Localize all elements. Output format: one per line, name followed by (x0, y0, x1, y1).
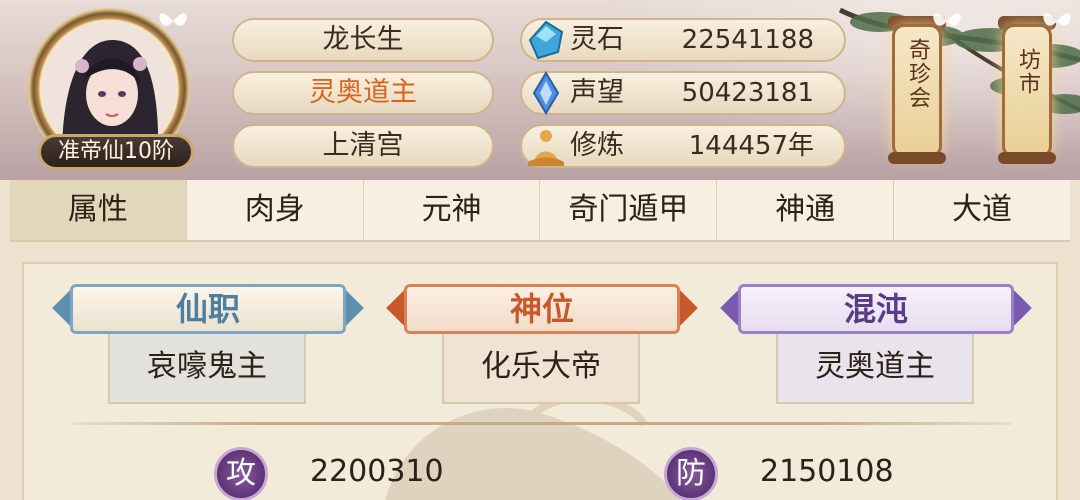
attack-icon: 攻 (214, 447, 268, 500)
resource-cultivation: 修炼 144457年 (520, 124, 846, 168)
cultivation-icon (528, 130, 564, 166)
market-label: 坊市 (1015, 48, 1040, 96)
immortal-office-value: 哀嚎鬼主 (108, 334, 306, 404)
chaos-header: 混沌 (843, 290, 908, 328)
section-divider (72, 422, 1012, 425)
divine-rank-value: 化乐大帝 (442, 334, 640, 404)
resource-value: 144457年 (688, 131, 814, 161)
chaos-banner: 混沌 (720, 282, 1032, 338)
player-header: 准帝仙10阶 龙长生 灵奥道主 上清宫 灵石 22541188 声望 50423… (0, 0, 1080, 180)
prestige-icon (532, 71, 560, 115)
player-title: 灵奥道主 (232, 71, 494, 115)
attribute-tabs: 属性 肉身 元神 奇门遁甲 神通 大道 (10, 180, 1070, 242)
butterfly-icon (1043, 13, 1071, 26)
player-sect: 上清宫 (232, 124, 494, 168)
tab-qimen-dunjia[interactable]: 奇门遁甲 (540, 180, 718, 240)
attributes-panel: 仙职 哀嚎鬼主 神位 化乐大帝 混沌 灵奥道主 攻 2200310 防 2150… (22, 262, 1058, 500)
player-name: 龙长生 (232, 18, 494, 62)
defense-icon: 防 (664, 447, 718, 500)
lantern-foot (998, 152, 1056, 164)
butterfly-icon (159, 13, 187, 26)
divine-rank-banner: 神位 (386, 282, 698, 338)
spirit-stone-icon (528, 20, 564, 60)
treasure-fair-label: 奇珍会 (905, 38, 930, 110)
defense-value: 2150108 (760, 454, 894, 489)
divine-rank-header: 神位 (509, 290, 574, 328)
tab-attributes[interactable]: 属性 (10, 180, 187, 240)
attack-value: 2200310 (310, 454, 444, 489)
tab-spirit[interactable]: 元神 (364, 180, 541, 240)
lantern-foot (888, 152, 946, 164)
immortal-office-banner: 仙职 (52, 282, 364, 338)
chaos-value: 灵奥道主 (776, 334, 974, 404)
rank-badge: 准帝仙10阶 (38, 134, 194, 170)
resource-spirit-stone: 灵石 22541188 (520, 18, 846, 62)
immortal-office-header: 仙职 (175, 290, 240, 328)
resource-prestige: 声望 50423181 (520, 71, 846, 115)
resource-label: 声望 (570, 77, 624, 108)
resource-label: 修炼 (570, 130, 624, 161)
resource-value: 50423181 (681, 78, 814, 108)
tab-body[interactable]: 肉身 (187, 180, 364, 240)
butterfly-icon (933, 13, 961, 26)
tab-divine-powers[interactable]: 神通 (717, 180, 895, 240)
resource-label: 灵石 (570, 24, 624, 55)
resource-value: 22541188 (681, 25, 814, 55)
tab-great-dao[interactable]: 大道 (894, 180, 1070, 240)
